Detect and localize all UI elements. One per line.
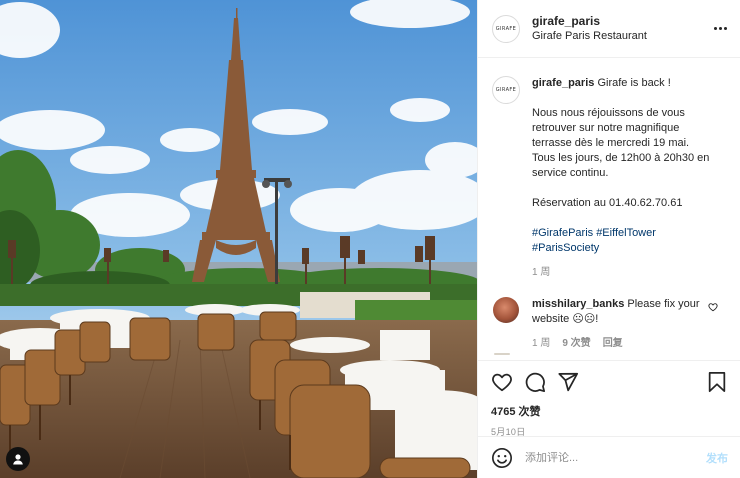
eiffel-terrace-photo: [0, 0, 477, 478]
author-username[interactable]: girafe_paris: [532, 14, 647, 29]
author-avatar[interactable]: GIRAFE: [492, 14, 520, 43]
caption-line: service continu.: [532, 167, 609, 179]
post-photo[interactable]: [0, 0, 477, 478]
comment-item: misshilary_banks Please fix your website…: [478, 297, 740, 351]
post-location[interactable]: Girafe Paris Restaurant: [532, 29, 647, 44]
caption-meta: 1 周: [532, 265, 718, 280]
comment-meta: 1 周 9 次赞 回复: [532, 336, 718, 351]
post-caption: GIRAFE girafe_paris Girafe is back ! Nou…: [478, 76, 740, 280]
caption-line: Nous nous réjouissons de vous: [532, 107, 685, 119]
emoji-icon[interactable]: [491, 447, 513, 469]
caption-hashtags[interactable]: #GirafeParis #EiffelTower: [532, 226, 718, 241]
caption-author-avatar[interactable]: GIRAFE: [492, 76, 520, 104]
post-side-panel: GIRAFE girafe_paris Girafe Paris Restaur…: [477, 0, 740, 478]
tagged-user-icon[interactable]: [6, 447, 30, 471]
more-dots-icon[interactable]: [714, 22, 728, 34]
caption-time[interactable]: 1 周: [532, 267, 550, 278]
caption-line: Tous les jours, de 12h00 à 20h30 en: [532, 152, 710, 164]
comment-icon[interactable]: [524, 371, 546, 393]
post-actions: 4765 次赞 5月10日: [478, 360, 740, 437]
action-icons: [491, 370, 728, 394]
commenter-avatar[interactable]: [493, 297, 519, 323]
caption-hashtags[interactable]: #ParisSociety: [532, 241, 718, 256]
caption-line: Réservation au 01.40.62.70.61: [532, 197, 683, 209]
avatar-logo-text: GIRAFE: [495, 25, 517, 32]
add-comment-bar: 发布: [478, 436, 740, 478]
share-icon[interactable]: [557, 371, 579, 393]
comment-like-heart-icon[interactable]: [708, 302, 718, 317]
like-count[interactable]: 4765 次赞: [491, 403, 728, 419]
commenter-username[interactable]: misshilary_banks: [532, 298, 624, 310]
comments-list[interactable]: GIRAFE girafe_paris Girafe is back ! Nou…: [478, 59, 740, 359]
avatar-logo-text: GIRAFE: [495, 86, 517, 93]
comment-input[interactable]: [525, 451, 706, 464]
comment-time[interactable]: 1 周: [532, 338, 550, 349]
loading-spinner-icon: [494, 353, 510, 355]
reply-button[interactable]: 回复: [603, 338, 623, 349]
author-info: girafe_paris Girafe Paris Restaurant: [532, 14, 647, 44]
caption-line: Girafe is back !: [597, 77, 671, 89]
post-comment-button[interactable]: 发布: [706, 450, 728, 466]
post-header: GIRAFE girafe_paris Girafe Paris Restaur…: [478, 0, 740, 58]
caption-line: retrouver sur notre magnifique: [532, 122, 680, 134]
bookmark-icon[interactable]: [706, 371, 728, 393]
comment-likes[interactable]: 9 次赞: [562, 338, 590, 349]
caption-line: terrasse dès le mercredi 19 mai.: [532, 137, 690, 149]
caption-username[interactable]: girafe_paris: [532, 77, 594, 89]
heart-icon[interactable]: [491, 371, 513, 393]
